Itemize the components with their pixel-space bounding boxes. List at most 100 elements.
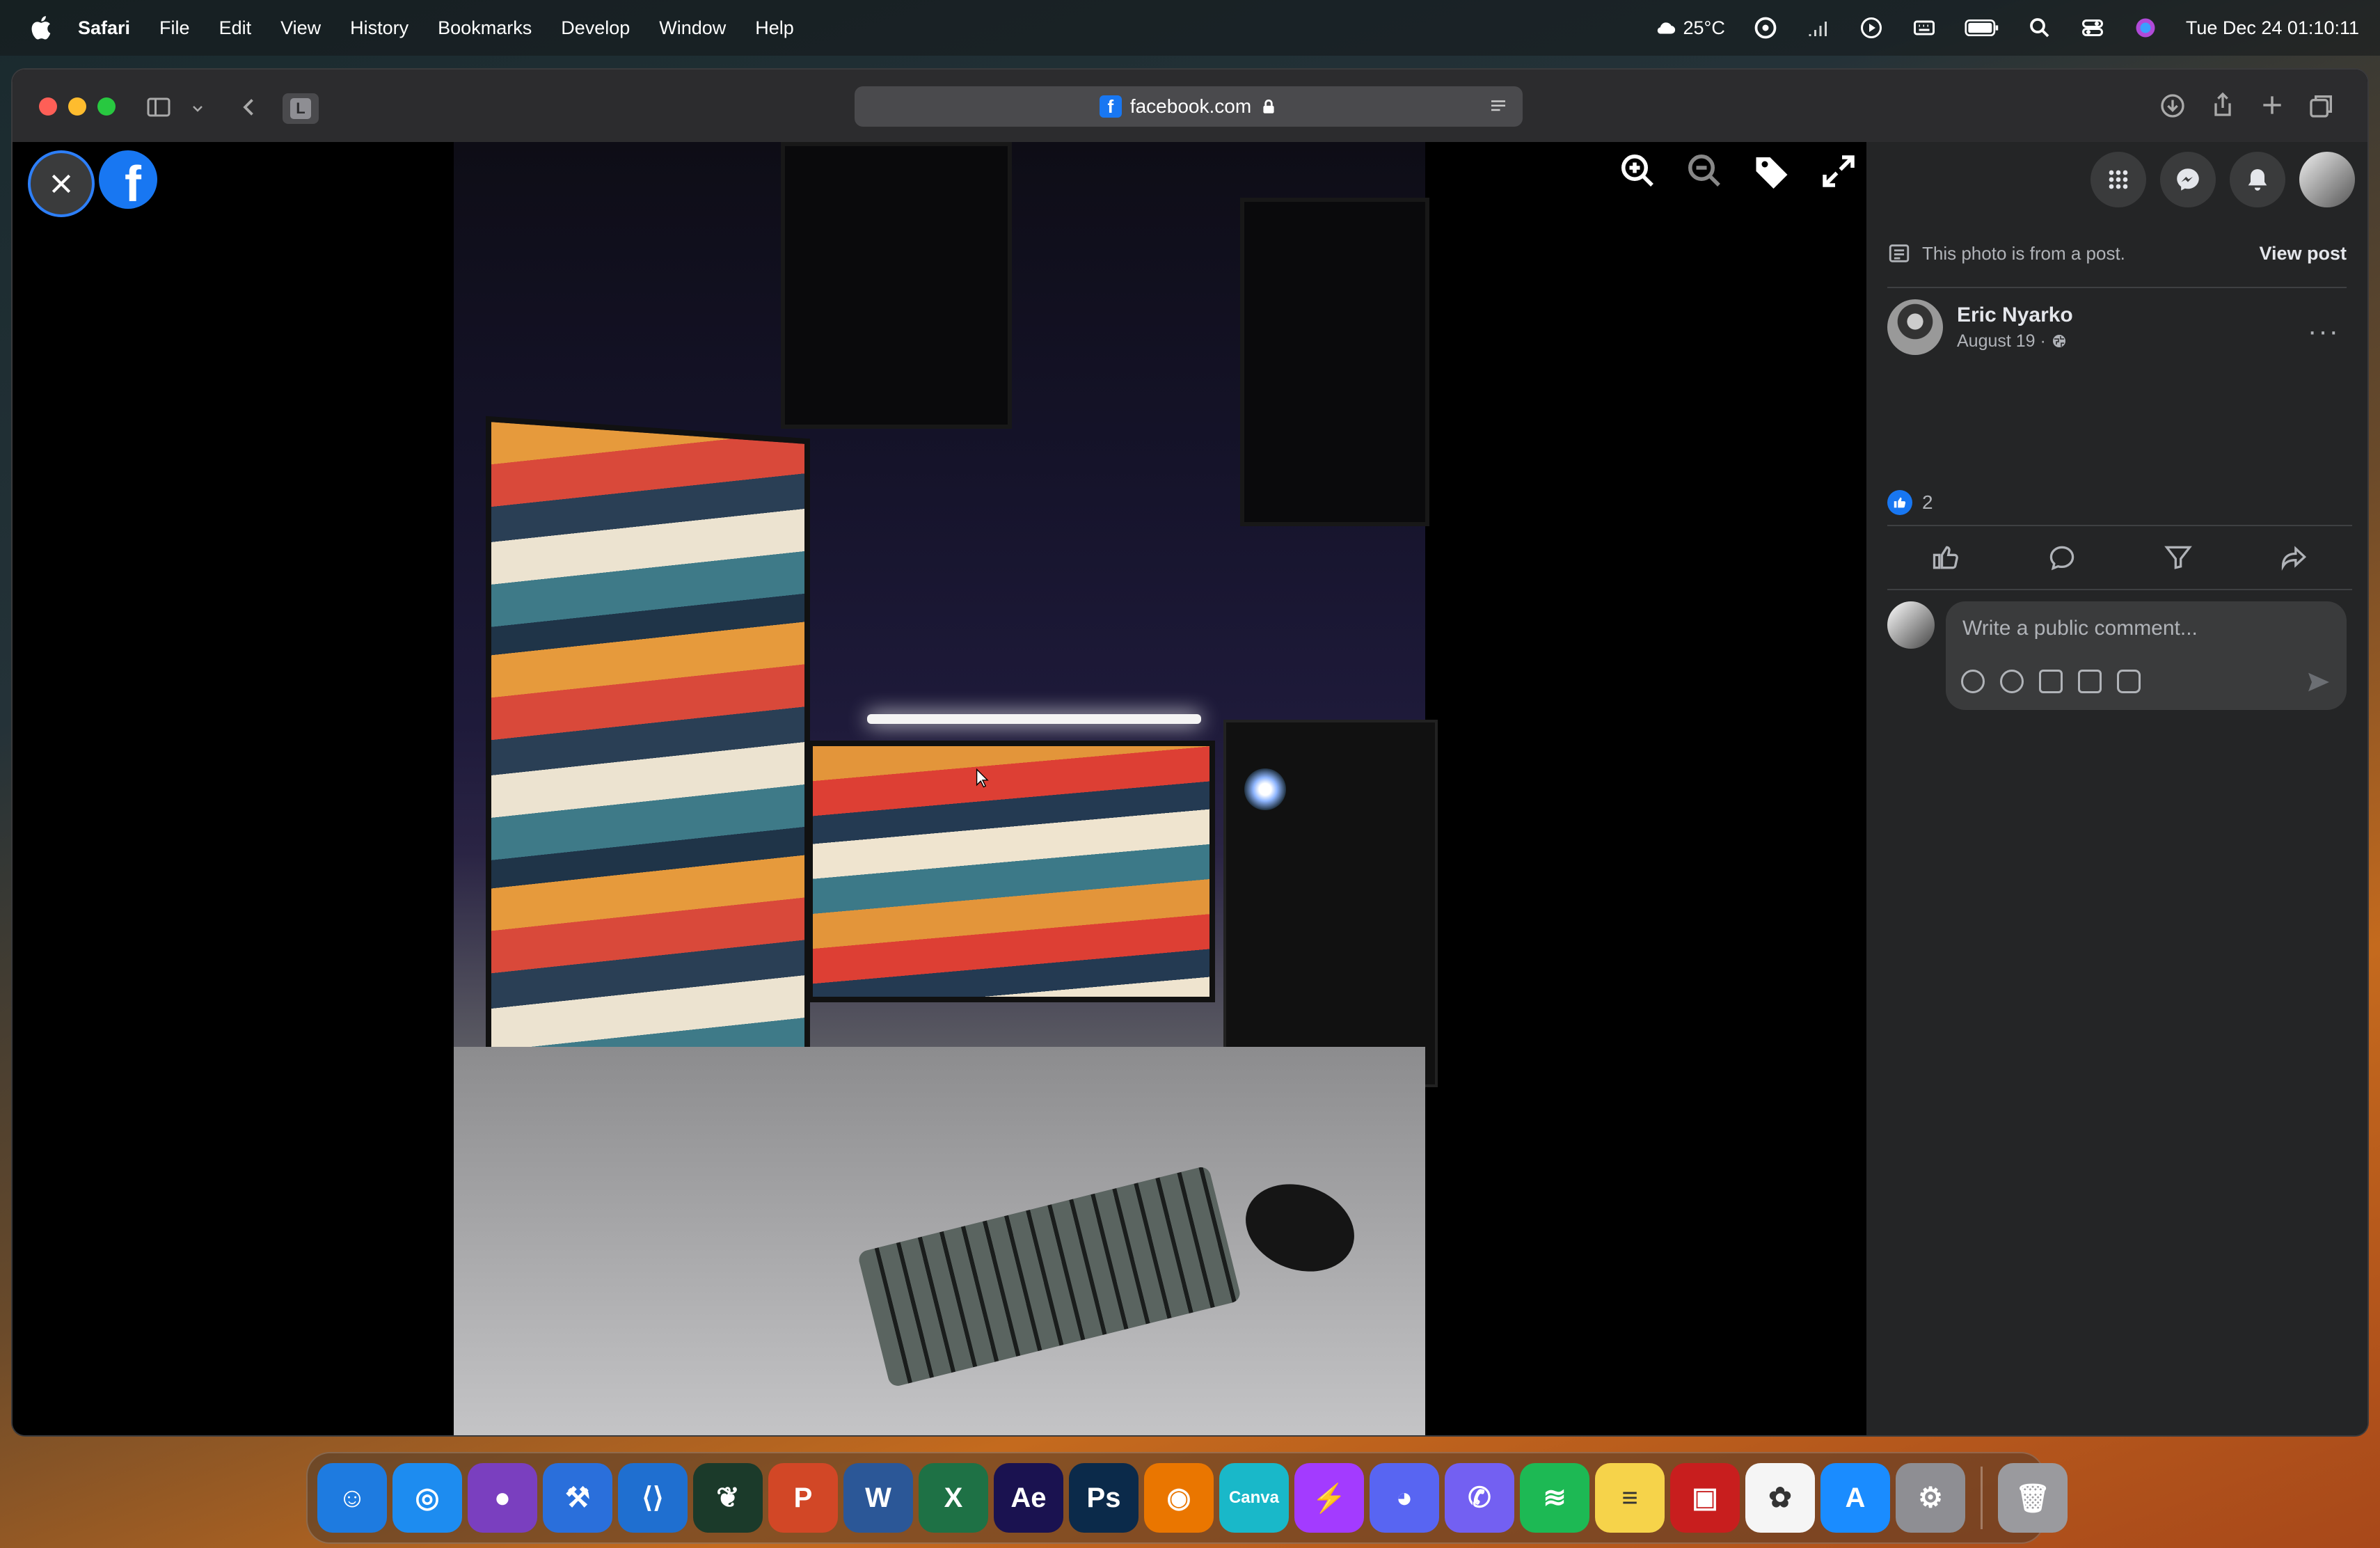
zoom-in-icon[interactable]: [1617, 150, 1659, 192]
emoji-icon[interactable]: [2000, 670, 2024, 693]
status-app-icon[interactable]: [1753, 15, 1778, 40]
dock-notes-icon[interactable]: ≡: [1595, 1463, 1665, 1533]
dock-messenger-icon[interactable]: ⚡: [1294, 1463, 1364, 1533]
chevron-down-icon[interactable]: [189, 100, 206, 117]
menu-window[interactable]: Window: [659, 17, 726, 39]
dock-spotify-icon[interactable]: ≋: [1520, 1463, 1589, 1533]
gif-icon[interactable]: [2078, 670, 2102, 693]
dock-word-icon[interactable]: W: [843, 1463, 913, 1533]
facebook-header-icons: [2091, 152, 2355, 207]
author-name[interactable]: Eric Nyarko: [1957, 303, 2073, 327]
dock-finder-icon[interactable]: ☺: [317, 1463, 387, 1533]
dock-github-desktop-icon[interactable]: ●: [468, 1463, 537, 1533]
dock-photo-booth-icon[interactable]: ▣: [1670, 1463, 1740, 1533]
from-post-text: This photo is from a post.: [1922, 242, 2125, 264]
facebook-logo-icon[interactable]: f: [99, 150, 157, 209]
tab-group-letter: L: [290, 98, 311, 119]
menu-app-name[interactable]: Safari: [78, 17, 130, 39]
back-icon[interactable]: [237, 95, 262, 120]
dock-discord-icon[interactable]: ◕: [1370, 1463, 1439, 1533]
avatar-sticker-icon[interactable]: [1961, 670, 1985, 693]
cloud-icon: [1657, 22, 1675, 34]
menu-grid-button[interactable]: [2091, 152, 2146, 207]
messenger-button[interactable]: [2160, 152, 2216, 207]
dock-viber-icon[interactable]: ✆: [1445, 1463, 1514, 1533]
notifications-button[interactable]: [2230, 152, 2285, 207]
network-activity-icon[interactable]: [1806, 15, 1831, 40]
weather-temp: 25°C: [1683, 17, 1725, 38]
profile-avatar[interactable]: [2299, 152, 2355, 207]
sidebar-toggle-icon[interactable]: [145, 95, 173, 120]
like-count: 2: [1922, 491, 1933, 513]
weather-status[interactable]: 25°C: [1654, 16, 1725, 40]
dock-vs-code-icon[interactable]: ⟨⟩: [618, 1463, 688, 1533]
menu-history[interactable]: History: [350, 17, 408, 39]
camera-icon[interactable]: [2039, 670, 2063, 693]
dock-photoshop-icon[interactable]: Ps: [1069, 1463, 1139, 1533]
dock-app-store-icon[interactable]: A: [1820, 1463, 1890, 1533]
menu-view[interactable]: View: [280, 17, 321, 39]
dock-separator: [1981, 1467, 1983, 1529]
dock-mongodb-icon[interactable]: ❦: [693, 1463, 763, 1533]
tag-icon[interactable]: [1751, 150, 1793, 192]
address-bar[interactable]: f facebook.com: [855, 86, 1523, 127]
dock-photos-icon[interactable]: ✿: [1745, 1463, 1815, 1533]
dock: ☺ ◎ ● ⚒ ⟨⟩ ❦ P W X Ae Ps ◉ Canva ⚡ ◕ ✆ ≋ ≡ ▣ ✿ A ⚙ 🗑: [306, 1452, 2068, 1544]
comment-input[interactable]: Write a public comment...: [1946, 601, 2347, 710]
reaction-summary[interactable]: 2: [1887, 490, 1933, 515]
zoom-out-icon[interactable]: [1684, 150, 1726, 192]
keyboard-icon[interactable]: [1912, 15, 1937, 40]
fullscreen-icon[interactable]: [1818, 150, 1859, 192]
more-options-button[interactable]: ···: [2308, 316, 2340, 347]
spotlight-search-icon[interactable]: [2027, 15, 2052, 40]
dock-xcode-icon[interactable]: ⚒: [543, 1463, 612, 1533]
minimize-window-button[interactable]: [68, 97, 86, 116]
photo-viewer: f: [13, 142, 1866, 1435]
close-window-button[interactable]: [39, 97, 57, 116]
view-post-link[interactable]: View post: [2259, 243, 2347, 264]
sticker-icon[interactable]: [2117, 670, 2141, 693]
new-tab-icon[interactable]: [2259, 92, 2285, 118]
post-date[interactable]: August 19 ·: [1957, 331, 2073, 352]
siri-icon[interactable]: [2133, 15, 2158, 40]
control-center-icon[interactable]: [2080, 15, 2105, 40]
dock-powerpoint-icon[interactable]: P: [768, 1463, 838, 1533]
author-avatar[interactable]: [1887, 299, 1943, 355]
downloads-icon[interactable]: [2159, 92, 2187, 120]
dock-trash-icon[interactable]: 🗑: [1998, 1463, 2068, 1533]
share-icon[interactable]: [2279, 542, 2310, 573]
wall-poster: [781, 142, 1012, 429]
apple-icon[interactable]: [26, 13, 57, 43]
zoom-window-button[interactable]: [97, 97, 116, 116]
dock-blender-icon[interactable]: ◉: [1144, 1463, 1214, 1533]
send-gift-icon[interactable]: [2163, 542, 2193, 573]
vertical-monitor: [486, 416, 810, 1091]
menu-file[interactable]: File: [159, 17, 190, 39]
dock-canva-icon[interactable]: Canva: [1219, 1463, 1289, 1533]
menu-edit[interactable]: Edit: [219, 17, 252, 39]
commenter-avatar[interactable]: [1887, 601, 1935, 649]
menu-help[interactable]: Help: [755, 17, 794, 39]
dock-after-effects-icon[interactable]: Ae: [994, 1463, 1063, 1533]
like-icon[interactable]: [1930, 542, 1961, 573]
battery-icon[interactable]: [1965, 15, 1999, 40]
dock-system-settings-icon[interactable]: ⚙: [1896, 1463, 1965, 1533]
close-viewer-button[interactable]: [28, 150, 95, 217]
share-icon[interactable]: [2209, 90, 2237, 118]
tab-group-button[interactable]: L: [283, 93, 319, 124]
menu-develop[interactable]: Develop: [561, 17, 630, 39]
dock-excel-icon[interactable]: X: [919, 1463, 988, 1533]
grid-icon: [2109, 170, 2128, 189]
menu-bookmarks[interactable]: Bookmarks: [438, 17, 532, 39]
dock-safari-icon[interactable]: ◎: [392, 1463, 462, 1533]
tab-overview-icon[interactable]: [2308, 92, 2335, 120]
messenger-icon: [2177, 168, 2199, 191]
play-icon[interactable]: [1859, 15, 1884, 40]
bell-icon: [2248, 169, 2267, 191]
comment-icon[interactable]: [2047, 542, 2077, 573]
reader-icon[interactable]: [1488, 96, 1509, 117]
menubar-clock[interactable]: Tue Dec 24 01:10:11: [2186, 17, 2359, 39]
facebook-favicon-icon: f: [1099, 95, 1122, 118]
browser-toolbar: L f facebook.com: [13, 70, 2367, 143]
send-icon[interactable]: [2305, 668, 2333, 696]
